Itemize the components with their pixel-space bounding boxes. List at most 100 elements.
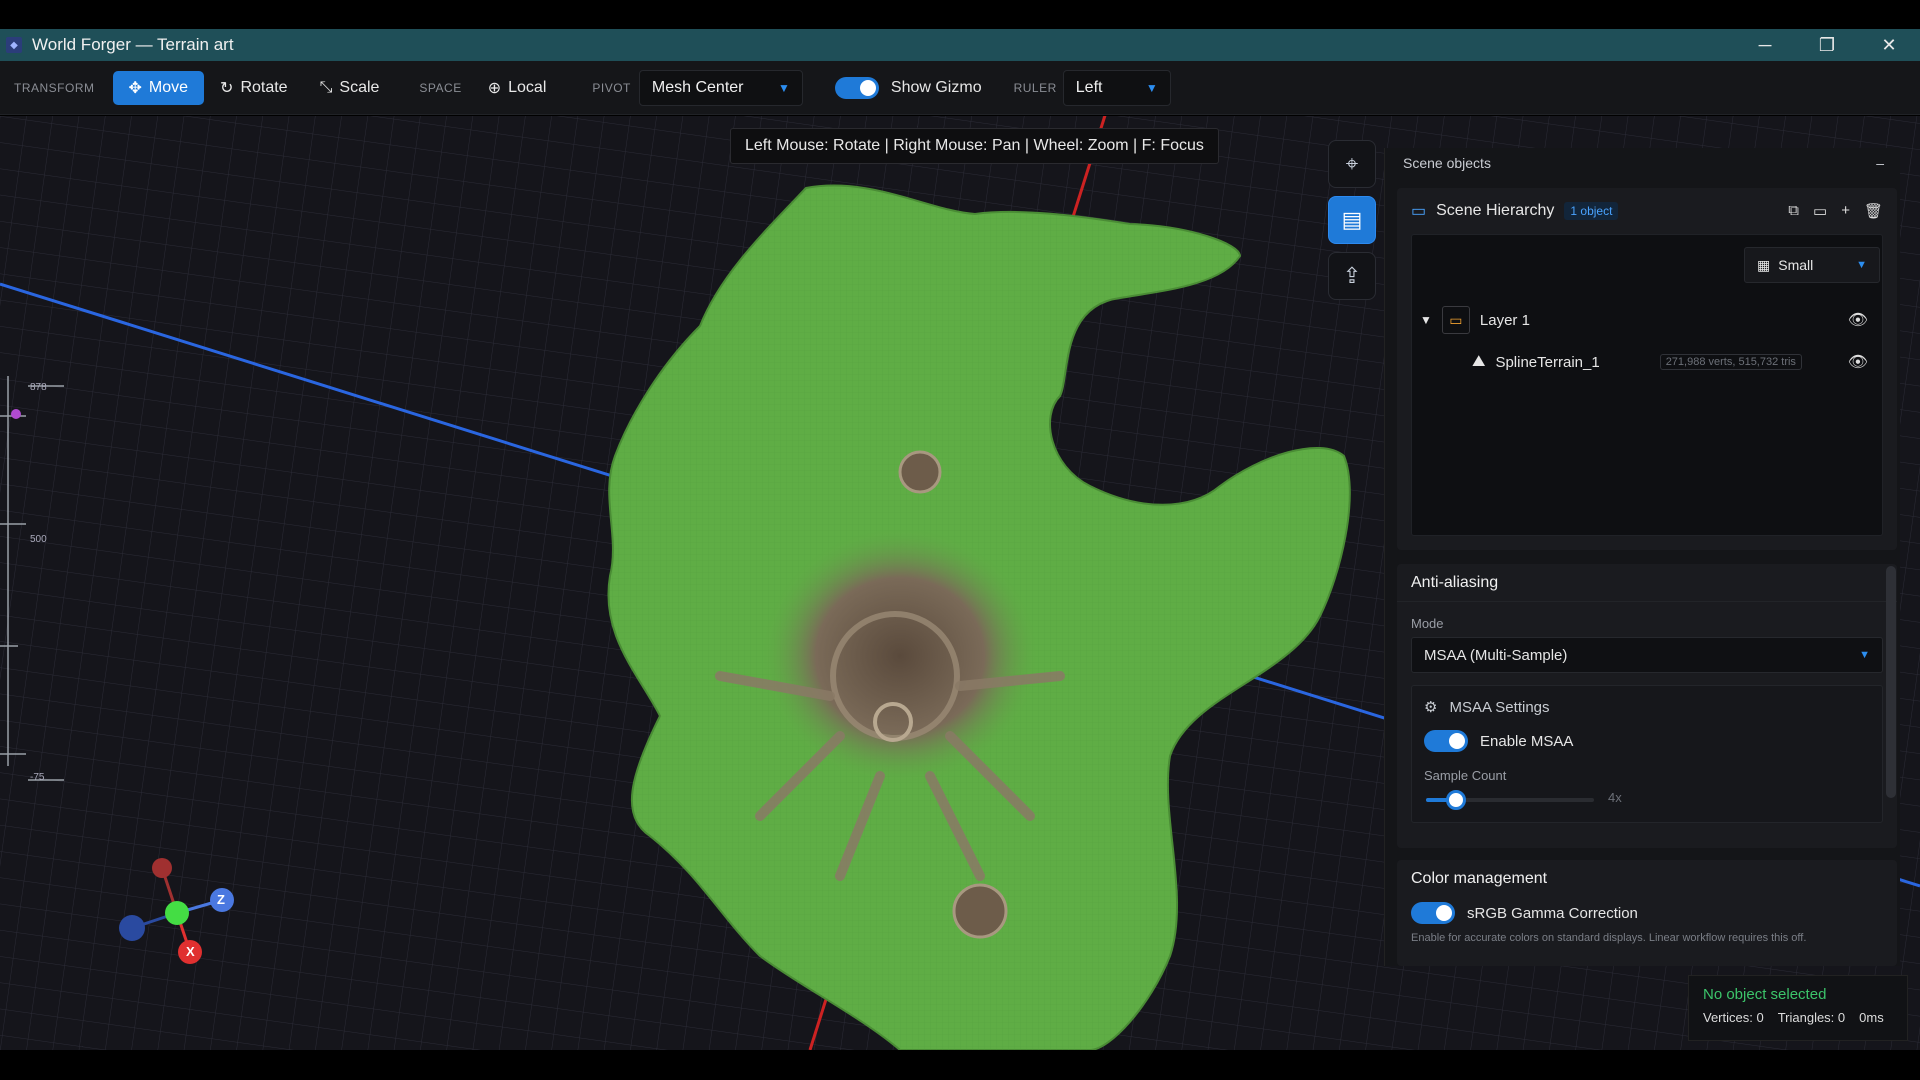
rotate-label: Rotate	[240, 78, 288, 96]
scene-hierarchy-card: ▭ Scene Hierarchy 1 object ⧉ ▭ + 🗑 ▦ Sma…	[1397, 188, 1897, 550]
mesh-counters: Vertices: 0 Triangles: 0 0ms	[1703, 1010, 1893, 1025]
close-button[interactable]: ✕	[1858, 29, 1920, 61]
mesh-stats: 271,988 verts, 515,732 tris	[1659, 354, 1802, 370]
icon-size-value: Small	[1778, 257, 1814, 273]
srgb-gamma-toggle[interactable]	[1411, 902, 1455, 924]
export-button[interactable]: ⇪	[1328, 252, 1376, 300]
ruler-tick-bottom: -75	[30, 772, 45, 783]
hierarchy-title: Scene Hierarchy	[1436, 202, 1555, 219]
expand-triangle-icon[interactable]: ▼	[1420, 313, 1432, 327]
hierarchy-actions: ⧉ ▭ + 🗑	[1788, 202, 1883, 220]
color-management-title: Color management	[1411, 870, 1548, 887]
upload-icon: ⇪	[1342, 263, 1362, 288]
slider-thumb[interactable]	[1446, 790, 1467, 810]
icon-size-dropdown[interactable]: ▦ Small ▼	[1744, 247, 1880, 283]
show-gizmo-label: Show Gizmo	[890, 78, 982, 96]
controls-hint: Left Mouse: Rotate | Right Mouse: Pan | …	[730, 128, 1219, 164]
scene-objects-panel: Scene objects – ▭ Scene Hierarchy 1 obje…	[1384, 148, 1900, 966]
crater-small-north	[898, 450, 942, 494]
visibility-eye-icon[interactable]: 👁	[1848, 310, 1868, 330]
space-label: SPACE	[419, 80, 462, 95]
terrain-crater	[760, 526, 1040, 786]
ruler-tick-top: 878	[30, 382, 47, 393]
aa-mode-select[interactable]: MSAA (Multi-Sample) ▼	[1411, 637, 1883, 673]
tree-item-layer-1[interactable]: ▼ ▭ Layer 1 👁	[1420, 305, 1880, 335]
settings-gear-icon: ⚙	[1424, 699, 1438, 716]
letterbox-bottom	[0, 1050, 1920, 1080]
add-icon[interactable]: +	[1841, 202, 1850, 220]
move-icon: ✥	[128, 79, 142, 97]
ruler-label: RULER	[1013, 80, 1057, 95]
pivot-label: PIVOT	[592, 80, 631, 95]
ruler-tick-mid: 500	[30, 534, 47, 545]
visibility-eye-icon[interactable]: 👁	[1848, 352, 1868, 372]
rotate-tool-button[interactable]: ↻ Rotate	[204, 71, 304, 105]
panel-scrollbar[interactable]	[1886, 566, 1896, 798]
sample-count-label: Sample Count	[1424, 768, 1507, 783]
mode-label: Mode	[1411, 616, 1444, 631]
pivot-dropdown[interactable]: Mesh Center ▼	[638, 69, 803, 106]
delete-icon[interactable]: 🗑	[1864, 202, 1883, 220]
transform-toolbar: TRANSFORM ✥ Move ↻ Rotate ⤡ Scale SPACE …	[0, 61, 1920, 115]
pivot-value: Mesh Center	[651, 78, 744, 96]
srgb-row: sRGB Gamma Correction	[1411, 902, 1883, 924]
gizmo-neg-y[interactable]	[152, 858, 172, 878]
sample-count-value: 4x	[1608, 790, 1622, 805]
aa-mode-value: MSAA (Multi-Sample)	[1424, 646, 1568, 664]
focus-target-button[interactable]: ⌖	[1328, 140, 1376, 188]
srgb-help-text: Enable for accurate colors on standard d…	[1411, 932, 1807, 944]
anti-aliasing-title: Anti-aliasing	[1397, 564, 1897, 602]
layer-folder-icon: ▭	[1441, 306, 1470, 334]
hierarchy-header: ▭ Scene Hierarchy 1 object ⧉ ▭ + 🗑	[1397, 188, 1897, 234]
move-tool-button[interactable]: ✥ Move	[112, 70, 205, 105]
gizmo-neg-z[interactable]	[119, 915, 145, 941]
chevron-down-icon: ▼	[778, 80, 790, 95]
globe-icon: ⊕	[487, 79, 502, 97]
viewport-tools: ⌖ ▤ ⇪	[1328, 140, 1376, 300]
terrain-name: SplineTerrain_1	[1495, 353, 1600, 371]
msaa-settings-group: ⚙ MSAA Settings Enable MSAA Sample Count…	[1411, 685, 1883, 823]
layer-name: Layer 1	[1479, 311, 1530, 329]
triangles-count: Triangles: 0	[1777, 1010, 1846, 1025]
restore-button[interactable]: ❐	[1796, 29, 1858, 61]
hierarchy-tree: ▦ Small ▼ ▼ ▭ Layer 1 👁 ⛰ SplineTerrain_…	[1411, 234, 1883, 536]
orientation-gizmo[interactable]	[110, 856, 250, 986]
folder-icon[interactable]: ▭	[1813, 202, 1827, 220]
gizmo-z-label: Z	[217, 892, 225, 907]
show-gizmo-toggle[interactable]	[834, 76, 879, 99]
collapse-button[interactable]: –	[1876, 155, 1884, 171]
enable-msaa-label: Enable MSAA	[1480, 732, 1574, 750]
vertices-count: Vertices: 0	[1703, 1010, 1764, 1025]
space-local-button[interactable]: ⊕ Local	[472, 71, 563, 105]
terrain-mesh-icon: ⛰	[1472, 353, 1486, 370]
chevron-down-icon: ▼	[1856, 259, 1867, 271]
sample-count-slider[interactable]	[1426, 790, 1594, 810]
selection-status-text: No object selected	[1703, 986, 1827, 1003]
app-logo-icon: ◆	[6, 37, 22, 53]
enable-msaa-toggle[interactable]	[1424, 730, 1468, 752]
letterbox-top	[0, 0, 1920, 29]
panel-toggle-button[interactable]: ▤	[1328, 196, 1376, 244]
grid-icon: ▦	[1757, 256, 1771, 273]
scale-icon: ⤡	[319, 78, 333, 96]
ruler-value: Left	[1075, 78, 1103, 96]
duplicate-icon[interactable]: ⧉	[1788, 202, 1799, 220]
frame-time: 0ms	[1859, 1010, 1884, 1025]
rotate-icon: ↻	[220, 79, 234, 97]
scene-panel-header: Scene objects –	[1385, 148, 1900, 178]
chevron-down-icon: ▼	[1859, 649, 1870, 661]
gizmo-y-axis[interactable]	[165, 901, 189, 925]
ruler-dropdown[interactable]: Left ▼	[1062, 69, 1171, 106]
ruler-marker[interactable]	[11, 409, 21, 419]
panel-icon: ▤	[1341, 207, 1363, 232]
scale-tool-button[interactable]: ⤡ Scale	[304, 71, 396, 105]
transform-label: TRANSFORM	[14, 80, 95, 95]
msaa-settings-title: MSAA Settings	[1449, 698, 1550, 716]
tree-item-splineterrain[interactable]: ⛰ SplineTerrain_1 271,988 verts, 515,732…	[1472, 347, 1880, 377]
chevron-down-icon: ▼	[1145, 80, 1158, 95]
srgb-label: sRGB Gamma Correction	[1467, 904, 1638, 922]
move-label: Move	[148, 78, 189, 96]
scene-panel-title: Scene objects	[1403, 155, 1491, 171]
minimize-button[interactable]: ─	[1734, 29, 1796, 61]
scale-label: Scale	[339, 78, 380, 96]
